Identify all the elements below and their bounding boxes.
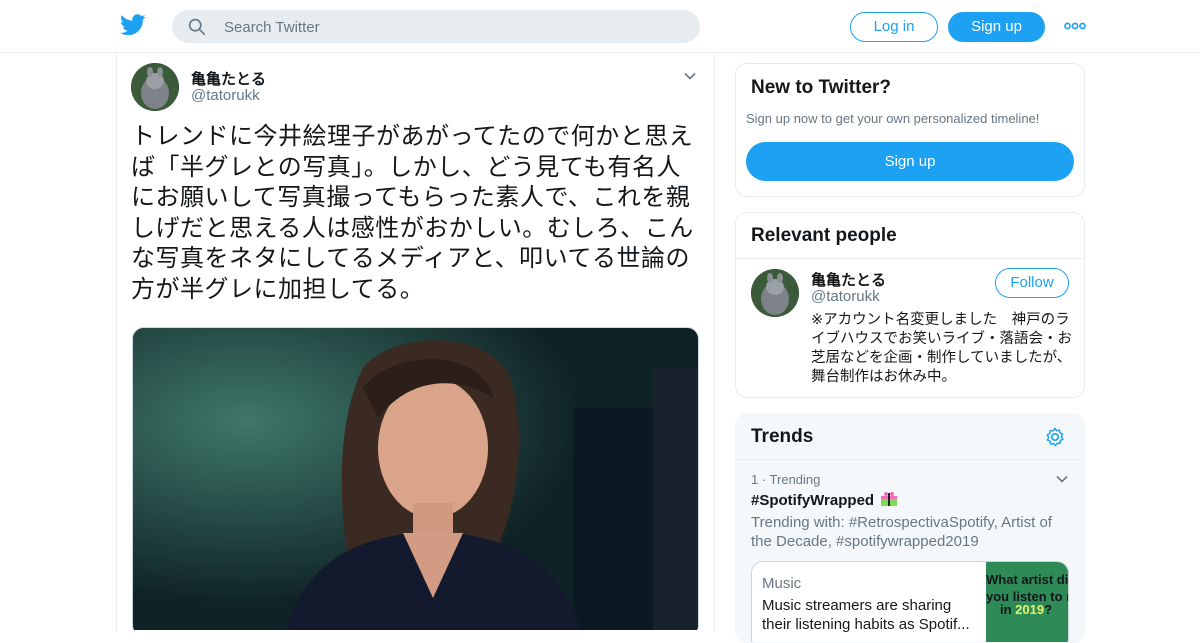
signup-button[interactable]: Sign up — [948, 12, 1045, 42]
relevant-people-title: Relevant people — [751, 225, 897, 246]
follow-button[interactable]: Follow — [995, 268, 1069, 298]
top-navigation-bar: Log in Sign up — [0, 0, 1200, 53]
login-button[interactable]: Log in — [850, 12, 938, 42]
more-options-icon[interactable] — [1064, 18, 1086, 34]
tweet-text: トレンドに今井絵理子があがってたので何かと思えば「半グレとの写真」。しかし、どう… — [131, 123, 694, 303]
new-to-twitter-title: New to Twitter? — [751, 77, 892, 98]
trends-card: Trends 1 · Trending #SpotifyWrapped Tren… — [735, 413, 1085, 643]
relevant-people-header: Relevant people — [736, 213, 1084, 259]
avatar[interactable] — [751, 269, 799, 317]
new-to-twitter-subtitle: Sign up now to get your own personalized… — [746, 111, 1040, 126]
search-input[interactable] — [222, 10, 686, 45]
relevant-person-bio: ※アカウント名変更しました 神戸のライブハウスでお笑いライブ・落語会・お芝居など… — [811, 312, 1072, 385]
thumb-text: ? — [1044, 602, 1053, 617]
tweet-photo-image — [133, 328, 698, 630]
tweet-photo[interactable] — [132, 327, 699, 630]
avatar[interactable] — [131, 63, 179, 111]
relevant-person-name[interactable]: 亀亀たとる — [811, 269, 886, 290]
search-box[interactable] — [172, 10, 700, 45]
news-card-thumbnail: What artist did you listen to mo in 2019… — [986, 562, 1069, 642]
avatar-image — [131, 63, 179, 111]
thumb-line: What artist did — [986, 572, 1069, 587]
thumb-year: 2019 — [1015, 602, 1045, 617]
tweet-detail: 亀亀たとる @tatorukk トレンドに今井絵理子があがってたので何かと思えば… — [116, 54, 715, 630]
chevron-down-icon[interactable] — [683, 69, 697, 83]
new-to-twitter-card: New to Twitter? Sign up now to get your … — [735, 63, 1085, 197]
thumb-text: in — [1000, 602, 1016, 617]
relevant-person-handle[interactable]: @tatorukk — [811, 288, 880, 305]
sidebar-signup-button[interactable]: Sign up — [746, 142, 1074, 181]
trend-news-card[interactable]: Music Music streamers are sharing their … — [751, 561, 1069, 642]
search-icon — [188, 18, 206, 36]
avatar-image — [751, 269, 799, 317]
wrapped-gift-icon — [881, 492, 898, 506]
thumb-line: in 2019? — [1000, 602, 1068, 617]
trends-header: Trends — [736, 414, 1084, 460]
trend-rank: 1 · Trending — [751, 472, 821, 487]
relevant-people-card: Relevant people 亀亀たとる @tatorukk Follow ※… — [735, 212, 1085, 398]
gear-icon[interactable] — [1044, 426, 1066, 448]
news-card-category: Music — [762, 575, 802, 592]
trend-hashtag-label[interactable]: #SpotifyWrapped — [751, 492, 874, 509]
trend-hashtag[interactable]: #SpotifyWrapped — [751, 491, 898, 509]
trend-context: Trending with: #RetrospectivaSpotify, Ar… — [751, 514, 1052, 550]
tweet-author-handle[interactable]: @tatorukk — [191, 87, 260, 104]
tweet-author-name[interactable]: 亀亀たとる — [191, 68, 266, 89]
news-card-headline: Music streamers are sharing their listen… — [762, 597, 970, 633]
chevron-down-icon[interactable] — [1055, 472, 1069, 486]
twitter-bird-icon[interactable] — [120, 14, 146, 36]
trends-title: Trends — [751, 426, 814, 447]
